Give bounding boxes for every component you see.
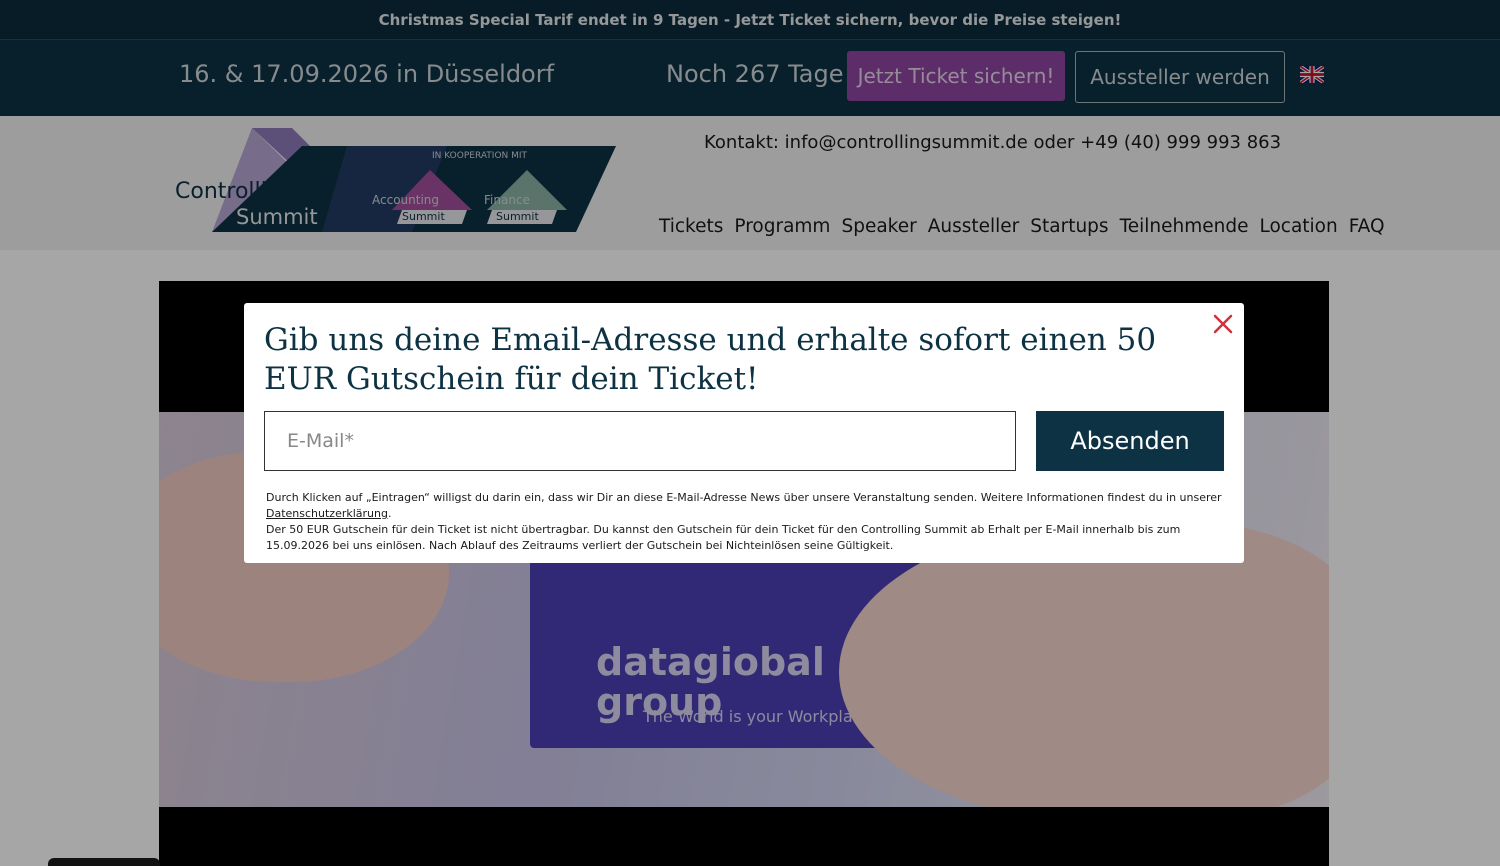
bottom-left-tab[interactable]	[48, 858, 160, 866]
legal-period: .	[387, 507, 392, 520]
modal-title: Gib uns deine Email-Adresse und erhalte …	[264, 322, 1157, 397]
email-input[interactable]	[264, 411, 1016, 471]
privacy-link[interactable]: Datenschutzerklärung	[266, 507, 388, 520]
legal-voucher-terms: Der 50 EUR Gutschein für dein Ticket ist…	[266, 523, 1181, 552]
voucher-modal: Gib uns deine Email-Adresse und erhalte …	[244, 303, 1244, 563]
close-icon[interactable]	[1212, 313, 1234, 335]
submit-button[interactable]: Absenden	[1036, 411, 1224, 471]
legal-text: Durch Klicken auf „Eintragen“ willigst d…	[266, 490, 1226, 554]
legal-consent: Durch Klicken auf „Eintragen“ willigst d…	[266, 491, 1222, 504]
